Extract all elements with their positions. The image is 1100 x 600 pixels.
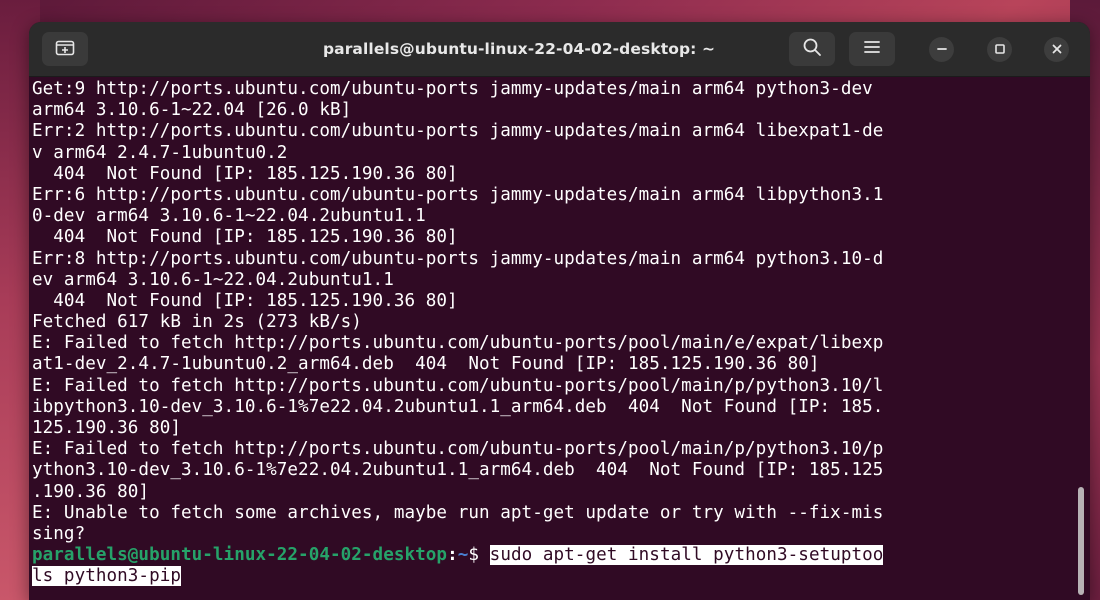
- terminal-line: 404 Not Found [IP: 185.125.190.36 80]: [32, 163, 458, 184]
- vertical-scrollbar[interactable]: [1078, 487, 1084, 595]
- terminal-lines: Get:9 http://ports.ubuntu.com/ubuntu-por…: [32, 79, 1080, 588]
- terminal-line: Get:9 http://ports.ubuntu.com/ubuntu-por…: [32, 79, 873, 99]
- terminal-line: E: Failed to fetch http://ports.ubuntu.c…: [32, 333, 884, 354]
- terminal-line: E: Failed to fetch http://ports.ubuntu.c…: [32, 375, 884, 396]
- selected-command-text[interactable]: sudo apt-get install python3-setuptoo: [489, 545, 884, 566]
- terminal-output-area[interactable]: Get:9 http://ports.ubuntu.com/ubuntu-por…: [29, 77, 1090, 600]
- terminal-line: E: Failed to fetch http://ports.ubuntu.c…: [32, 439, 884, 460]
- hamburger-menu-icon: [863, 39, 881, 59]
- window-title: parallels@ubuntu-linux-22-04-02-desktop:…: [322, 40, 716, 58]
- terminal-line: Fetched 617 kB in 2s (273 kB/s): [32, 312, 362, 333]
- close-icon: [1051, 40, 1063, 59]
- terminal-line: Err:6 http://ports.ubuntu.com/ubuntu-por…: [32, 184, 884, 205]
- maximize-icon: [994, 40, 1006, 59]
- terminal-line: sing?: [32, 523, 86, 544]
- terminal-line: .190.36 80]: [32, 481, 150, 502]
- terminal-line: ev arm64 3.10.6-1~22.04.2ubuntu1.1: [32, 269, 394, 290]
- prompt-line[interactable]: parallels@ubuntu-linux-22-04-02-desktop:…: [32, 545, 1080, 566]
- terminal-line: at1-dev_2.4.7-1ubuntu0.2_arm64.deb 404 N…: [32, 354, 820, 375]
- terminal-line: arm64 3.10.6-1~22.04 [26.0 kB]: [32, 100, 352, 121]
- minimize-button[interactable]: [929, 37, 954, 62]
- terminal-line: v arm64 2.4.7-1ubuntu0.2: [32, 142, 288, 163]
- new-tab-icon: [55, 38, 75, 60]
- terminal-line: 125.190.36 80]: [32, 418, 181, 438]
- terminal-line: E: Unable to fetch some archives, maybe …: [32, 502, 884, 523]
- prompt-continuation-line[interactable]: ls python3-pip: [32, 566, 1080, 587]
- terminal-line: ython3.10-dev_3.10.6-1%7e22.04.2ubuntu1.…: [32, 460, 884, 481]
- terminal-line: 404 Not Found [IP: 185.125.190.36 80]: [32, 227, 458, 248]
- new-tab-button[interactable]: [42, 32, 88, 66]
- minimize-icon: [936, 40, 948, 59]
- terminal-line: Err:2 http://ports.ubuntu.com/ubuntu-por…: [32, 121, 884, 142]
- prompt-dollar: $: [468, 545, 490, 566]
- terminal-line: 0-dev arm64 3.10.6-1~22.04.2ubuntu1.1: [32, 206, 426, 227]
- prompt-user-host: parallels@ubuntu-linux-22-04-02-desktop: [32, 545, 448, 566]
- prompt-separator: :: [447, 545, 458, 566]
- terminal-line: Err:8 http://ports.ubuntu.com/ubuntu-por…: [32, 248, 884, 269]
- terminal-line: 404 Not Found [IP: 185.125.190.36 80]: [32, 290, 458, 311]
- title-bar[interactable]: parallels@ubuntu-linux-22-04-02-desktop:…: [29, 22, 1090, 77]
- terminal-line: ibpython3.10-dev_3.10.6-1%7e22.04.2ubunt…: [32, 396, 884, 417]
- terminal-window[interactable]: parallels@ubuntu-linux-22-04-02-desktop:…: [29, 22, 1090, 600]
- maximize-button[interactable]: [987, 37, 1012, 62]
- selected-command-text-continued[interactable]: ls python3-pip: [32, 566, 181, 587]
- search-button[interactable]: [789, 32, 835, 66]
- menu-button[interactable]: [849, 32, 895, 66]
- search-icon: [802, 37, 822, 61]
- close-button[interactable]: [1044, 37, 1069, 62]
- prompt-path: ~: [457, 545, 469, 566]
